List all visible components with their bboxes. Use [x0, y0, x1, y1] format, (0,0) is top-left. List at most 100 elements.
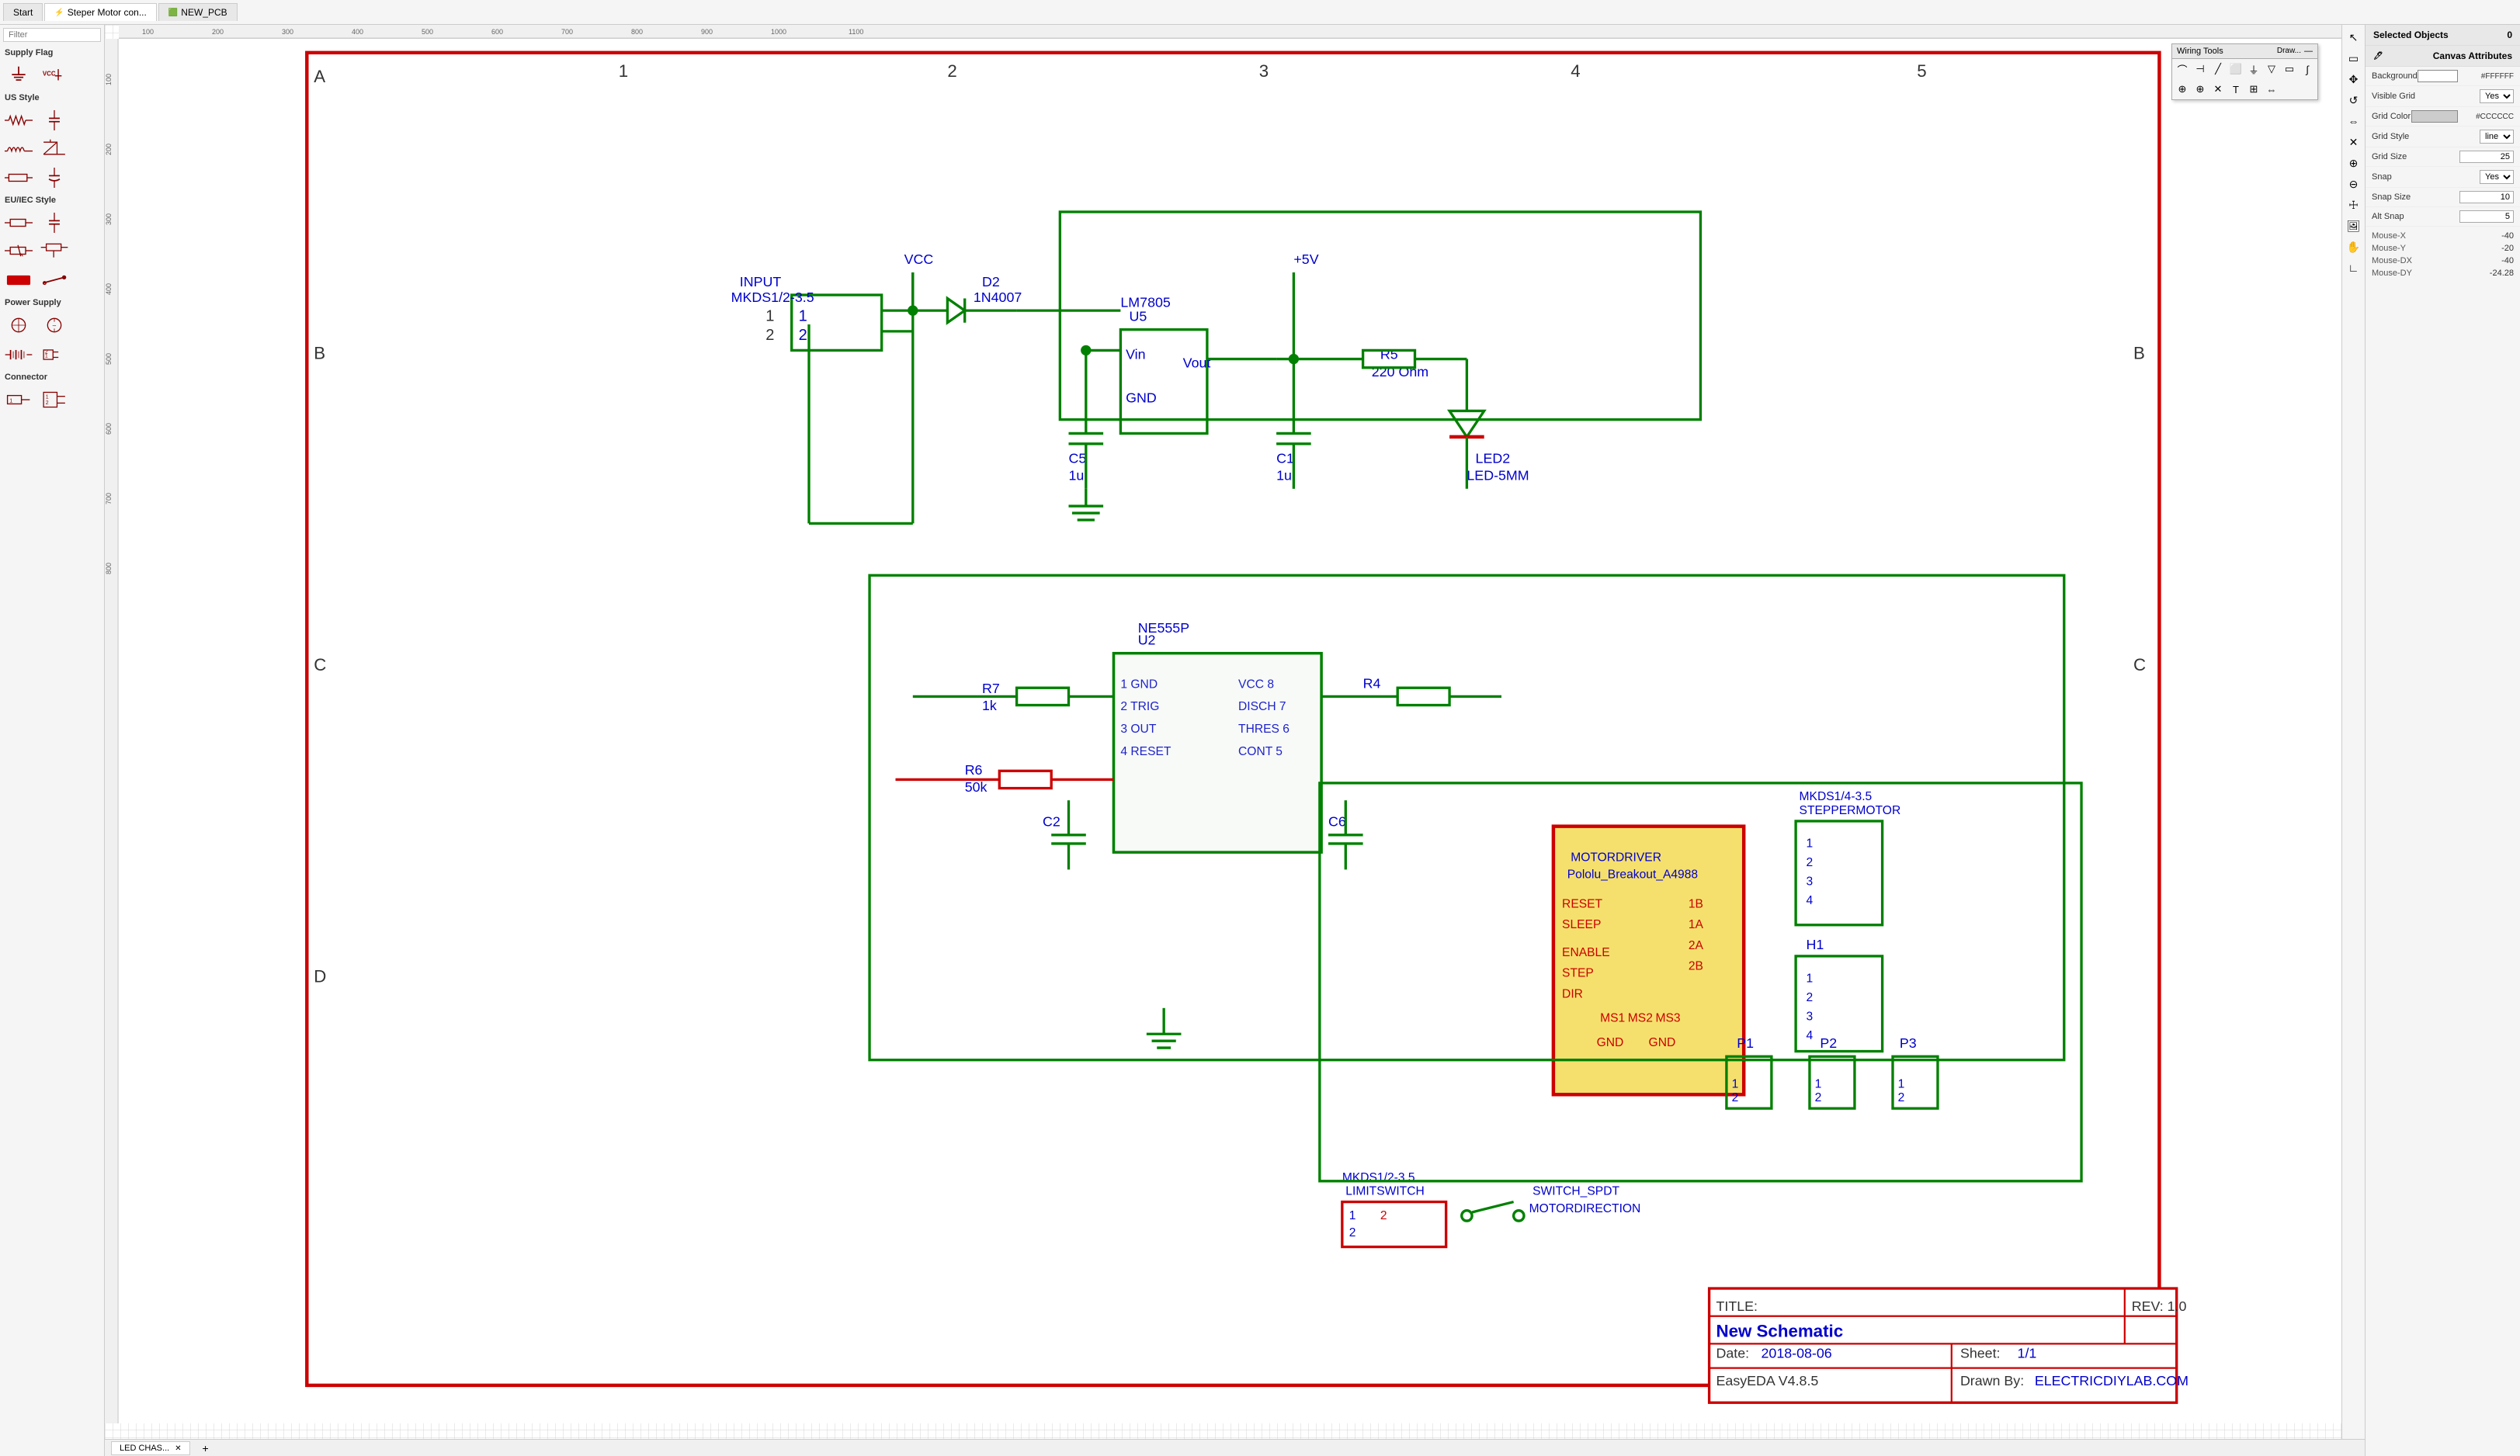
- tb-measure[interactable]: ⇔: [2263, 81, 2280, 98]
- mouse-y-value: -20: [2501, 244, 2514, 253]
- tb-junc[interactable]: ⊕: [2174, 81, 2191, 98]
- eu-pot[interactable]: [39, 239, 70, 262]
- tab-start[interactable]: Start: [3, 3, 43, 21]
- us-resistor[interactable]: [3, 109, 34, 132]
- us-zener[interactable]: [39, 137, 70, 160]
- svg-text:1: 1: [1815, 1077, 1822, 1090]
- svg-text:200: 200: [212, 28, 224, 36]
- svg-text:3: 3: [1806, 875, 1813, 888]
- svg-text:R5: R5: [1380, 347, 1398, 362]
- wiring-toolbar-collapse[interactable]: Draw...: [2277, 47, 2301, 56]
- rt-pan[interactable]: ☩: [2345, 196, 2363, 214]
- eu-var-resistor[interactable]: [3, 239, 34, 262]
- snap-select[interactable]: Yes No: [2480, 170, 2514, 184]
- ps-battery-symbol: [5, 315, 33, 335]
- tab-pcb[interactable]: 🟩 NEW_PCB: [158, 3, 238, 21]
- alt-snap-input[interactable]: [2459, 210, 2514, 223]
- tb-bus[interactable]: ⊣: [2192, 61, 2209, 78]
- bottom-tab-led-label: LED CHAS...: [120, 1444, 169, 1453]
- svg-text:MS3: MS3: [1655, 1012, 1680, 1025]
- us-resistor2[interactable]: [3, 166, 34, 189]
- eu-resistor[interactable]: [3, 211, 34, 234]
- us-style-section: US Style: [0, 90, 104, 106]
- svg-text:100: 100: [105, 74, 113, 85]
- rt-select[interactable]: ↖: [2345, 28, 2363, 47]
- svg-text:REV: 1.0: REV: 1.0: [2132, 1298, 2187, 1314]
- rt-hand[interactable]: ✋: [2345, 237, 2363, 256]
- tb-pwr[interactable]: ▽: [2263, 61, 2280, 78]
- svg-text:2: 2: [765, 327, 774, 344]
- us-capacitor[interactable]: [39, 109, 70, 132]
- tb-netport[interactable]: ⬜: [2227, 61, 2244, 78]
- rt-mirror[interactable]: ⇔: [2345, 112, 2363, 130]
- svg-text:Date:: Date:: [1716, 1345, 1750, 1361]
- ps-dc-source[interactable]: [3, 343, 34, 366]
- rt-zoom-out[interactable]: ⊖: [2345, 175, 2363, 193]
- rt-zoom-in[interactable]: ⊕: [2345, 154, 2363, 172]
- us-inductor[interactable]: [3, 137, 34, 160]
- svg-text:3: 3: [1259, 61, 1269, 81]
- tb-arc[interactable]: ∫: [2299, 61, 2316, 78]
- supply-flag-gnd[interactable]: [3, 64, 34, 87]
- tb-line[interactable]: ╱: [2209, 61, 2227, 78]
- svg-text:4: 4: [1806, 894, 1813, 907]
- snap-size-input[interactable]: [2459, 191, 2514, 203]
- svg-text:1/1: 1/1: [2018, 1345, 2037, 1361]
- rt-image[interactable]: 🖼: [2345, 217, 2363, 235]
- svg-text:Pololu_Breakout_A4988: Pololu_Breakout_A4988: [1567, 868, 1698, 882]
- snap-row: Snap Yes No: [2366, 167, 2520, 188]
- svg-text:1: 1: [9, 397, 12, 404]
- grid-style-select[interactable]: line dot: [2480, 130, 2514, 144]
- eu-cap[interactable]: [39, 211, 70, 234]
- bottom-tab-close-icon[interactable]: ✕: [175, 1444, 181, 1453]
- tb-text[interactable]: T: [2227, 81, 2244, 98]
- alt-snap-row: Alt Snap: [2366, 207, 2520, 227]
- rt-rotate[interactable]: ↺: [2345, 91, 2363, 109]
- tb-gnd[interactable]: ⏚: [2245, 61, 2262, 78]
- toolbar-row-2: ⊕ ⊕ ✕ T ⊞ ⇔: [2172, 79, 2317, 99]
- svg-text:MS1: MS1: [1600, 1012, 1625, 1025]
- rt-delete[interactable]: ✕: [2345, 133, 2363, 151]
- eu-diode[interactable]: [3, 269, 34, 292]
- rt-move[interactable]: ✥: [2345, 70, 2363, 88]
- mouse-x-row: Mouse-X -40: [2372, 230, 2514, 242]
- svg-text:C: C: [314, 655, 326, 674]
- svg-text:ELECTRICDIYLAB.COM: ELECTRICDIYLAB.COM: [2035, 1373, 2189, 1388]
- eu-probe[interactable]: [39, 269, 70, 292]
- conn-2p[interactable]: 1 2: [39, 388, 70, 411]
- tb-rect[interactable]: ▭: [2281, 61, 2298, 78]
- us-style-items: [0, 106, 104, 163]
- tab-stepper[interactable]: ⚡ Steper Motor con...: [44, 3, 157, 21]
- mouse-y-row: Mouse-Y -20: [2372, 242, 2514, 255]
- rt-measure2[interactable]: ∟: [2345, 258, 2363, 277]
- visible-grid-select[interactable]: Yes No: [2480, 89, 2514, 103]
- ps-source[interactable]: ~: [39, 314, 70, 337]
- bottom-tab-led[interactable]: LED CHAS... ✕: [111, 1441, 190, 1455]
- rt-rect-select[interactable]: ▭: [2345, 49, 2363, 68]
- tb-comp[interactable]: ⊞: [2245, 81, 2262, 98]
- ps-battery[interactable]: [3, 314, 34, 337]
- ps-2p[interactable]: 1 2: [39, 343, 70, 366]
- tb-netlabel[interactable]: ⊕: [2192, 81, 2209, 98]
- conn-1p[interactable]: 1: [3, 388, 34, 411]
- supply-flag-vcc[interactable]: VCC: [39, 64, 70, 87]
- canvas-container[interactable]: 100 200 300 400 500 600 700 800 900 1000…: [105, 25, 2365, 1439]
- tab-stepper-label: Steper Motor con...: [68, 7, 147, 18]
- wiring-toolbar-minus[interactable]: —: [2304, 47, 2313, 56]
- add-tab-button[interactable]: +: [196, 1439, 215, 1456]
- us-inductor-symbol: [5, 138, 33, 158]
- eu-iec-section: EU/IEC Style: [0, 192, 104, 208]
- tb-wire[interactable]: ⌒: [2174, 61, 2191, 78]
- svg-text:VCC: VCC: [904, 251, 934, 267]
- ruler-left-svg: 100 200 300 400 500 600 700 800: [105, 39, 119, 1423]
- filter-input[interactable]: [3, 28, 101, 42]
- svg-text:1100: 1100: [849, 28, 863, 36]
- tb-cross[interactable]: ✕: [2209, 81, 2227, 98]
- grid-size-input[interactable]: [2459, 151, 2514, 163]
- grid-color-swatch[interactable]: [2411, 110, 2458, 123]
- svg-text:NE555P: NE555P: [1138, 620, 1189, 636]
- background-color-swatch[interactable]: [2418, 70, 2458, 82]
- us-cap2[interactable]: [39, 166, 70, 189]
- mouse-dx-value: -40: [2501, 256, 2514, 265]
- svg-text:2: 2: [799, 327, 807, 344]
